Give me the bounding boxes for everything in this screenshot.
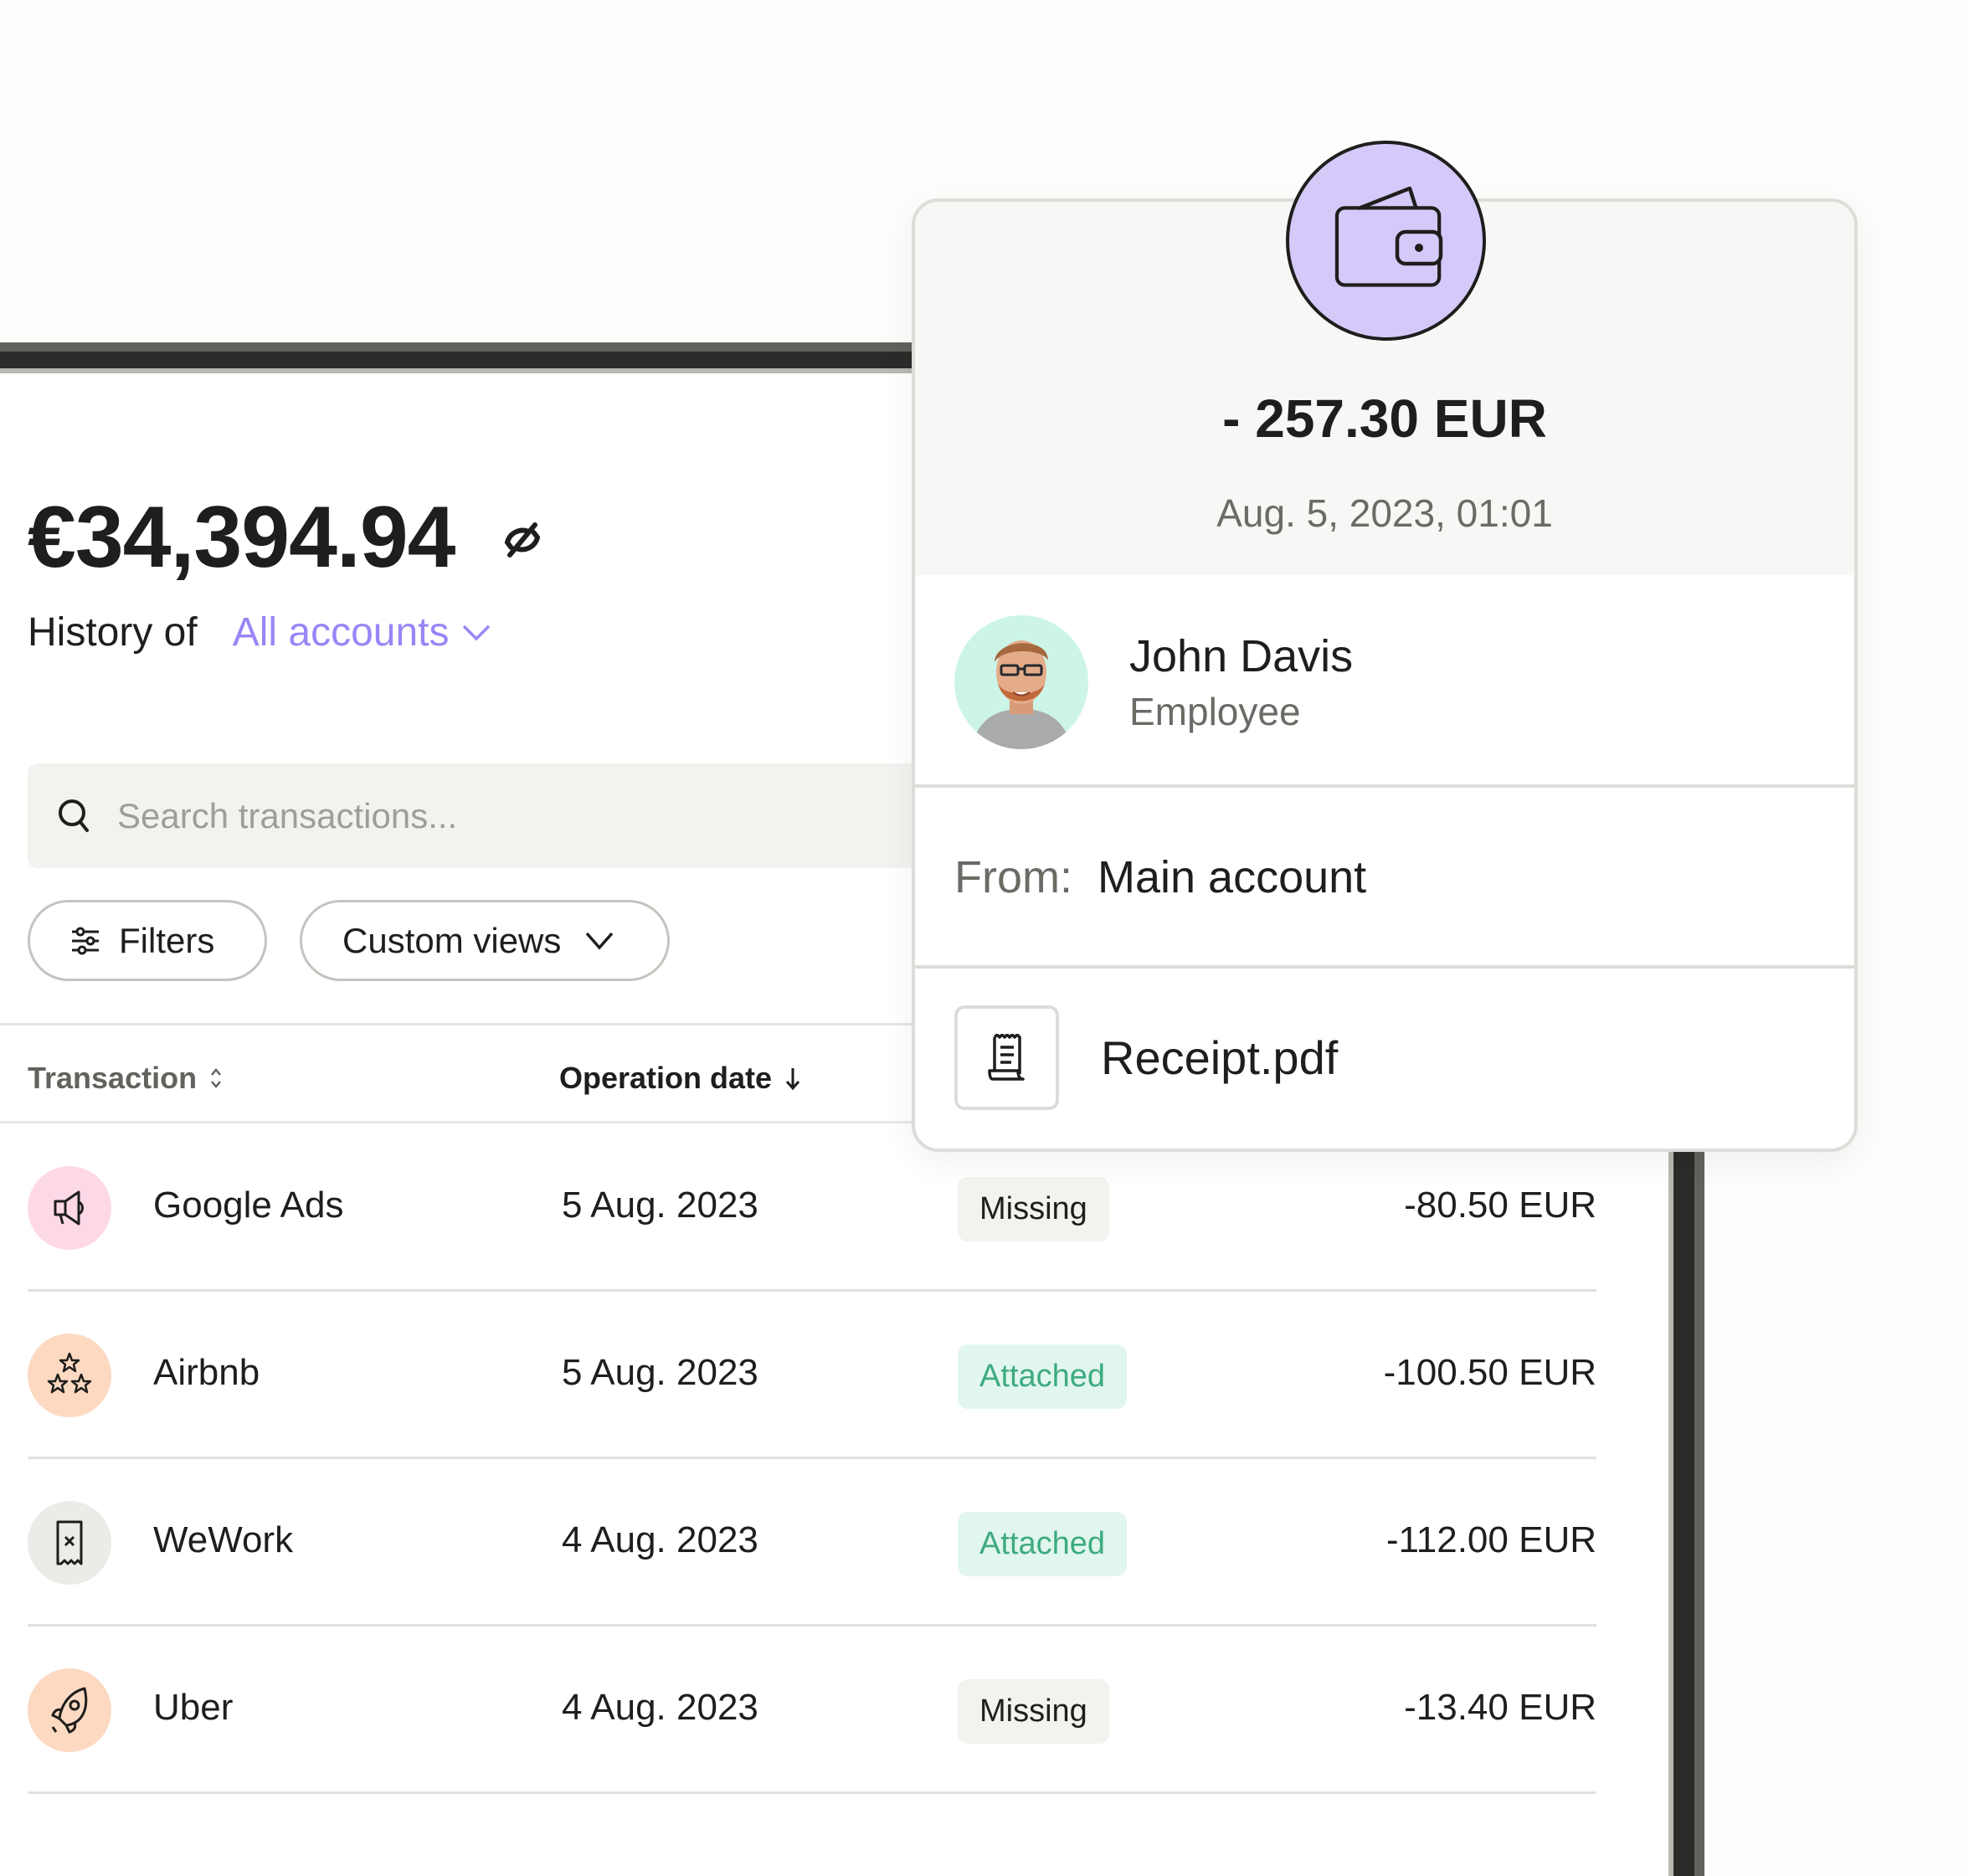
- from-label: From:: [954, 852, 1072, 902]
- operation-date: 5 Aug. 2023: [562, 1185, 758, 1226]
- filters-button[interactable]: Filters: [28, 900, 267, 981]
- person-role: Employee: [1129, 690, 1301, 733]
- search-bar: [28, 763, 990, 868]
- history-label: History of: [28, 610, 198, 655]
- column-label: Operation date: [559, 1061, 773, 1095]
- from-account: Main account: [1098, 852, 1367, 902]
- merchant-avatar: [28, 1334, 111, 1417]
- merchant-avatar: [28, 1166, 111, 1250]
- operation-date: 5 Aug. 2023: [562, 1352, 758, 1393]
- merchant-avatar: [28, 1668, 111, 1752]
- chevron-down-icon: [462, 624, 490, 640]
- attachment-item[interactable]: Receipt.pdf: [915, 969, 1854, 1149]
- table-row[interactable]: Uber 4 Aug. 2023 Missing -13.40 EUR: [28, 1627, 1596, 1794]
- merchant-avatar: [28, 1501, 111, 1585]
- receipt-status-badge: Attached: [958, 1344, 1127, 1409]
- receipt-status-badge: Missing: [958, 1679, 1109, 1744]
- account-dropdown-label: All accounts: [232, 610, 450, 655]
- person-name: John Davis: [1129, 631, 1354, 681]
- stars-icon: [47, 1352, 92, 1394]
- arrow-down-icon: [785, 1068, 800, 1091]
- source-account-section: From: Main account: [915, 788, 1854, 969]
- transaction-amount: -100.50 EUR: [1383, 1352, 1596, 1393]
- transaction-detail-card: - 257.30 EUR Aug. 5, 2023, 01:01 John Da…: [912, 198, 1858, 1152]
- table-row[interactable]: Airbnb 5 Aug. 2023 Attached -100.50 EUR: [28, 1292, 1596, 1459]
- operation-date: 4 Aug. 2023: [562, 1519, 758, 1560]
- balance-display: €34,394.94: [28, 494, 548, 581]
- merchant-name: WeWork: [153, 1519, 294, 1560]
- column-header-transaction[interactable]: Transaction: [28, 1061, 222, 1096]
- wallet-icon: [1286, 141, 1486, 341]
- transaction-amount: -80.50 EUR: [1404, 1185, 1596, 1226]
- account-dropdown[interactable]: All accounts: [233, 609, 491, 655]
- custom-views-label: Custom views: [342, 920, 562, 960]
- search-input[interactable]: [116, 794, 872, 837]
- merchant-name: Airbnb: [153, 1352, 260, 1393]
- device-frame-top: [0, 342, 917, 373]
- sliders-icon: [72, 927, 99, 954]
- transaction-amount: -112.00 EUR: [1385, 1519, 1596, 1560]
- merchant-name: Google Ads: [153, 1185, 344, 1226]
- attachment-name: Receipt.pdf: [1101, 1031, 1339, 1084]
- megaphone-icon: [54, 1190, 84, 1226]
- operation-date: 4 Aug. 2023: [562, 1687, 758, 1728]
- receipt-status-badge: Missing: [958, 1177, 1109, 1241]
- filters-label: Filters: [119, 920, 215, 960]
- table-row[interactable]: WeWork 4 Aug. 2023 Attached -112.00 EUR: [28, 1459, 1596, 1627]
- history-selector: History of All accounts: [28, 609, 491, 655]
- receipt-icon: [954, 1005, 1059, 1110]
- rocket-icon: [51, 1687, 88, 1734]
- merchant-name: Uber: [153, 1687, 234, 1728]
- column-label: Transaction: [28, 1061, 198, 1095]
- avatar: [954, 615, 1088, 749]
- eye-slash-icon[interactable]: [497, 515, 548, 565]
- receipt-x-icon: [56, 1520, 83, 1565]
- sort-icon: [211, 1068, 222, 1088]
- detail-datetime: Aug. 5, 2023, 01:01: [1216, 491, 1553, 535]
- person-section: John Davis Employee: [915, 575, 1854, 788]
- chevron-down-icon: [586, 932, 614, 950]
- transaction-amount: -13.40 EUR: [1404, 1687, 1596, 1728]
- balance-amount: €34,394.94: [28, 489, 456, 586]
- custom-views-dropdown[interactable]: Custom views: [300, 900, 670, 981]
- column-header-operation-date[interactable]: Operation date: [559, 1061, 800, 1096]
- search-icon: [59, 799, 89, 832]
- receipt-status-badge: Attached: [958, 1512, 1127, 1576]
- detail-amount: - 257.30 EUR: [1222, 388, 1547, 449]
- device-frame-right: [1668, 1147, 1704, 1876]
